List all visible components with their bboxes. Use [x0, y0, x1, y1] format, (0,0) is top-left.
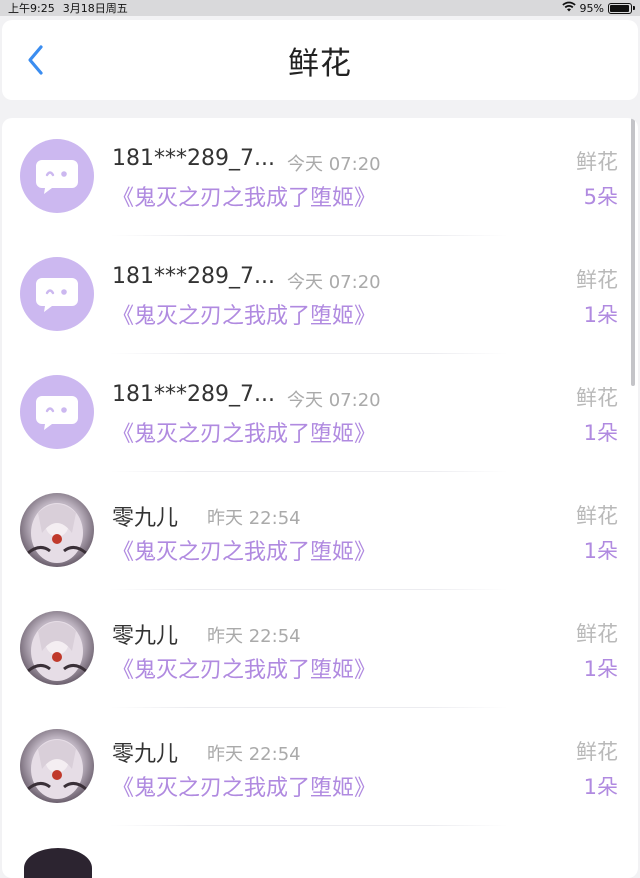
user-name: 181***289_7... — [112, 382, 275, 407]
avatar[interactable] — [20, 493, 94, 567]
chat-bubble-icon — [34, 156, 80, 196]
user-photo — [20, 611, 94, 685]
avatar[interactable] — [20, 139, 94, 213]
gift-type: 鲜花 — [576, 504, 618, 528]
avatar[interactable] — [20, 729, 94, 803]
gift-row[interactable]: 零九儿 昨天 22:54 《鬼灭之刃之我成了堕姬》 鲜花 1朵 — [2, 472, 638, 590]
book-title[interactable]: 《鬼灭之刃之我成了堕姬》 — [112, 534, 376, 566]
gift-type: 鲜花 — [576, 622, 618, 646]
gift-type: 鲜花 — [576, 268, 618, 292]
gift-count: 1朵 — [583, 539, 618, 563]
user-name: 零九儿 — [112, 742, 179, 767]
gift-count: 1朵 — [583, 421, 618, 445]
battery-icon — [608, 2, 635, 14]
chat-bubble-icon — [34, 274, 80, 314]
gift-time: 昨天 22:54 — [207, 626, 301, 647]
gift-time: 昨天 22:54 — [207, 744, 301, 765]
battery-percent: 95% — [579, 1, 604, 15]
gift-count: 1朵 — [583, 775, 618, 799]
gift-row[interactable]: 零九儿 昨天 22:54 《鬼灭之刃之我成了堕姬》 鲜花 1朵 — [2, 708, 638, 826]
gift-time: 昨天 22:54 — [207, 508, 301, 529]
gift-time: 今天 07:20 — [287, 154, 381, 175]
user-name: 零九儿 — [112, 624, 179, 649]
book-title[interactable]: 《鬼灭之刃之我成了堕姬》 — [112, 180, 376, 212]
gift-count: 1朵 — [583, 657, 618, 681]
avatar[interactable] — [20, 611, 94, 685]
gift-time: 今天 07:20 — [287, 272, 381, 293]
user-name: 零九儿 — [112, 506, 179, 531]
status-date: 3月18日周五 — [62, 2, 128, 15]
nav-bar: 鲜花 — [2, 20, 638, 100]
chat-bubble-icon — [34, 392, 80, 432]
book-title[interactable]: 《鬼灭之刃之我成了堕姬》 — [112, 652, 376, 684]
status-time: 上午9:25 — [8, 2, 55, 15]
gift-time: 今天 07:20 — [287, 390, 381, 411]
gift-count: 1朵 — [583, 303, 618, 327]
gift-row[interactable]: 181***289_7... 今天 07:20 《鬼灭之刃之我成了堕姬》 鲜花 5朵 — [2, 118, 638, 236]
gift-row[interactable]: 零九儿 昨天 22:54 《鬼灭之刃之我成了堕姬》 鲜花 1朵 — [2, 590, 638, 708]
status-left: 上午9:25 3月18日周五 — [8, 0, 128, 16]
avatar[interactable] — [20, 257, 94, 331]
book-title[interactable]: 《鬼灭之刃之我成了堕姬》 — [112, 770, 376, 802]
battery-fill — [610, 4, 629, 12]
user-photo — [20, 729, 94, 803]
status-right: 95% — [561, 1, 635, 15]
divider — [110, 825, 508, 826]
user-name: 181***289_7... — [112, 146, 275, 171]
user-name: 181***289_7... — [112, 264, 275, 289]
book-title[interactable]: 《鬼灭之刃之我成了堕姬》 — [112, 298, 376, 330]
gift-row[interactable]: 181***289_7... 今天 07:20 《鬼灭之刃之我成了堕姬》 鲜花 1朵 — [2, 236, 638, 354]
gift-type: 鲜花 — [576, 386, 618, 410]
page-title: 鲜花 — [288, 45, 352, 82]
gift-type: 鲜花 — [576, 150, 618, 174]
avatar[interactable] — [20, 375, 94, 449]
book-title[interactable]: 《鬼灭之刃之我成了堕姬》 — [112, 416, 376, 448]
gift-list[interactable]: 181***289_7... 今天 07:20 《鬼灭之刃之我成了堕姬》 鲜花 5朵 18… — [2, 118, 638, 878]
gift-count: 5朵 — [583, 185, 618, 209]
back-button[interactable] — [20, 44, 52, 76]
gift-row[interactable]: 181***289_7... 今天 07:20 《鬼灭之刃之我成了堕姬》 鲜花 1朵 — [2, 354, 638, 472]
gift-type: 鲜花 — [576, 740, 618, 764]
wifi-icon — [561, 1, 576, 15]
user-photo — [20, 493, 94, 567]
chevron-left-icon — [28, 45, 43, 75]
status-bar: 上午9:25 3月18日周五 95% — [0, 0, 640, 16]
